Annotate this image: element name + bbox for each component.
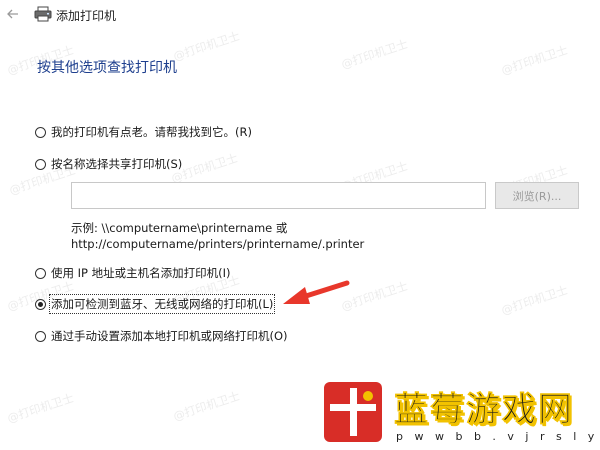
radio-button-selected[interactable] [35, 298, 46, 310]
radio-button[interactable] [35, 158, 46, 170]
watermark: @打印机卫士 [499, 282, 570, 318]
option-label: 我的打印机有点老。请帮我找到它。(R) [51, 125, 252, 139]
title-bar: 添加打印机 [0, 0, 600, 30]
watermark: @打印机卫士 [339, 278, 410, 314]
example-line-2: http://computername/printers/printername… [71, 237, 365, 251]
browse-button[interactable]: 浏览(R)... [495, 182, 579, 209]
back-button[interactable] [4, 5, 22, 23]
back-arrow-icon [7, 9, 18, 19]
site-logo: 蓝莓游戏网 p w w b b . v j r s l y q c . c o … [316, 368, 600, 450]
option-label: 添加可检测到蓝牙、无线或网络的打印机(L) [48, 294, 276, 314]
option-manual-local-printer[interactable]: 通过手动设置添加本地打印机或网络打印机(O) [35, 327, 288, 345]
example-text: 示例: \\computername\printername 或 http://… [71, 220, 364, 252]
page-heading: 按其他选项查找打印机 [37, 60, 177, 76]
window-title: 添加打印机 [56, 9, 117, 23]
example-line-1: 示例: \\computername\printername 或 [71, 221, 288, 235]
watermark: @打印机卫士 [499, 42, 570, 78]
watermark: @打印机卫士 [171, 28, 242, 64]
logo-mark-icon [324, 382, 382, 442]
watermark: @打印机卫士 [339, 36, 410, 72]
watermark: @打印机卫士 [171, 388, 242, 424]
option-label: 通过手动设置添加本地打印机或网络打印机(O) [51, 329, 288, 343]
shared-printer-name-input[interactable] [71, 182, 486, 209]
watermark: @打印机卫士 [5, 390, 76, 426]
option-ip-address[interactable]: 使用 IP 地址或主机名添加打印机(I) [35, 264, 231, 282]
printer-icon [34, 6, 52, 22]
option-shared-printer-by-name[interactable]: 按名称选择共享打印机(S) [35, 155, 182, 173]
option-old-printer[interactable]: 我的打印机有点老。请帮我找到它。(R) [35, 123, 252, 141]
option-label: 使用 IP 地址或主机名添加打印机(I) [51, 266, 231, 280]
option-bluetooth-wireless-network[interactable]: 添加可检测到蓝牙、无线或网络的打印机(L) [35, 294, 276, 314]
option-label: 按名称选择共享打印机(S) [51, 157, 183, 171]
logo-url: p w w b b . v j r s l y q c . c o m [396, 430, 600, 443]
add-printer-window: @打印机卫士 @打印机卫士 @打印机卫士 @打印机卫士 @打印机卫士 @打印机卫… [0, 0, 600, 450]
logo-name: 蓝莓游戏网 [394, 390, 574, 431]
radio-button[interactable] [35, 330, 46, 342]
radio-button[interactable] [35, 267, 46, 279]
radio-button[interactable] [35, 126, 46, 138]
